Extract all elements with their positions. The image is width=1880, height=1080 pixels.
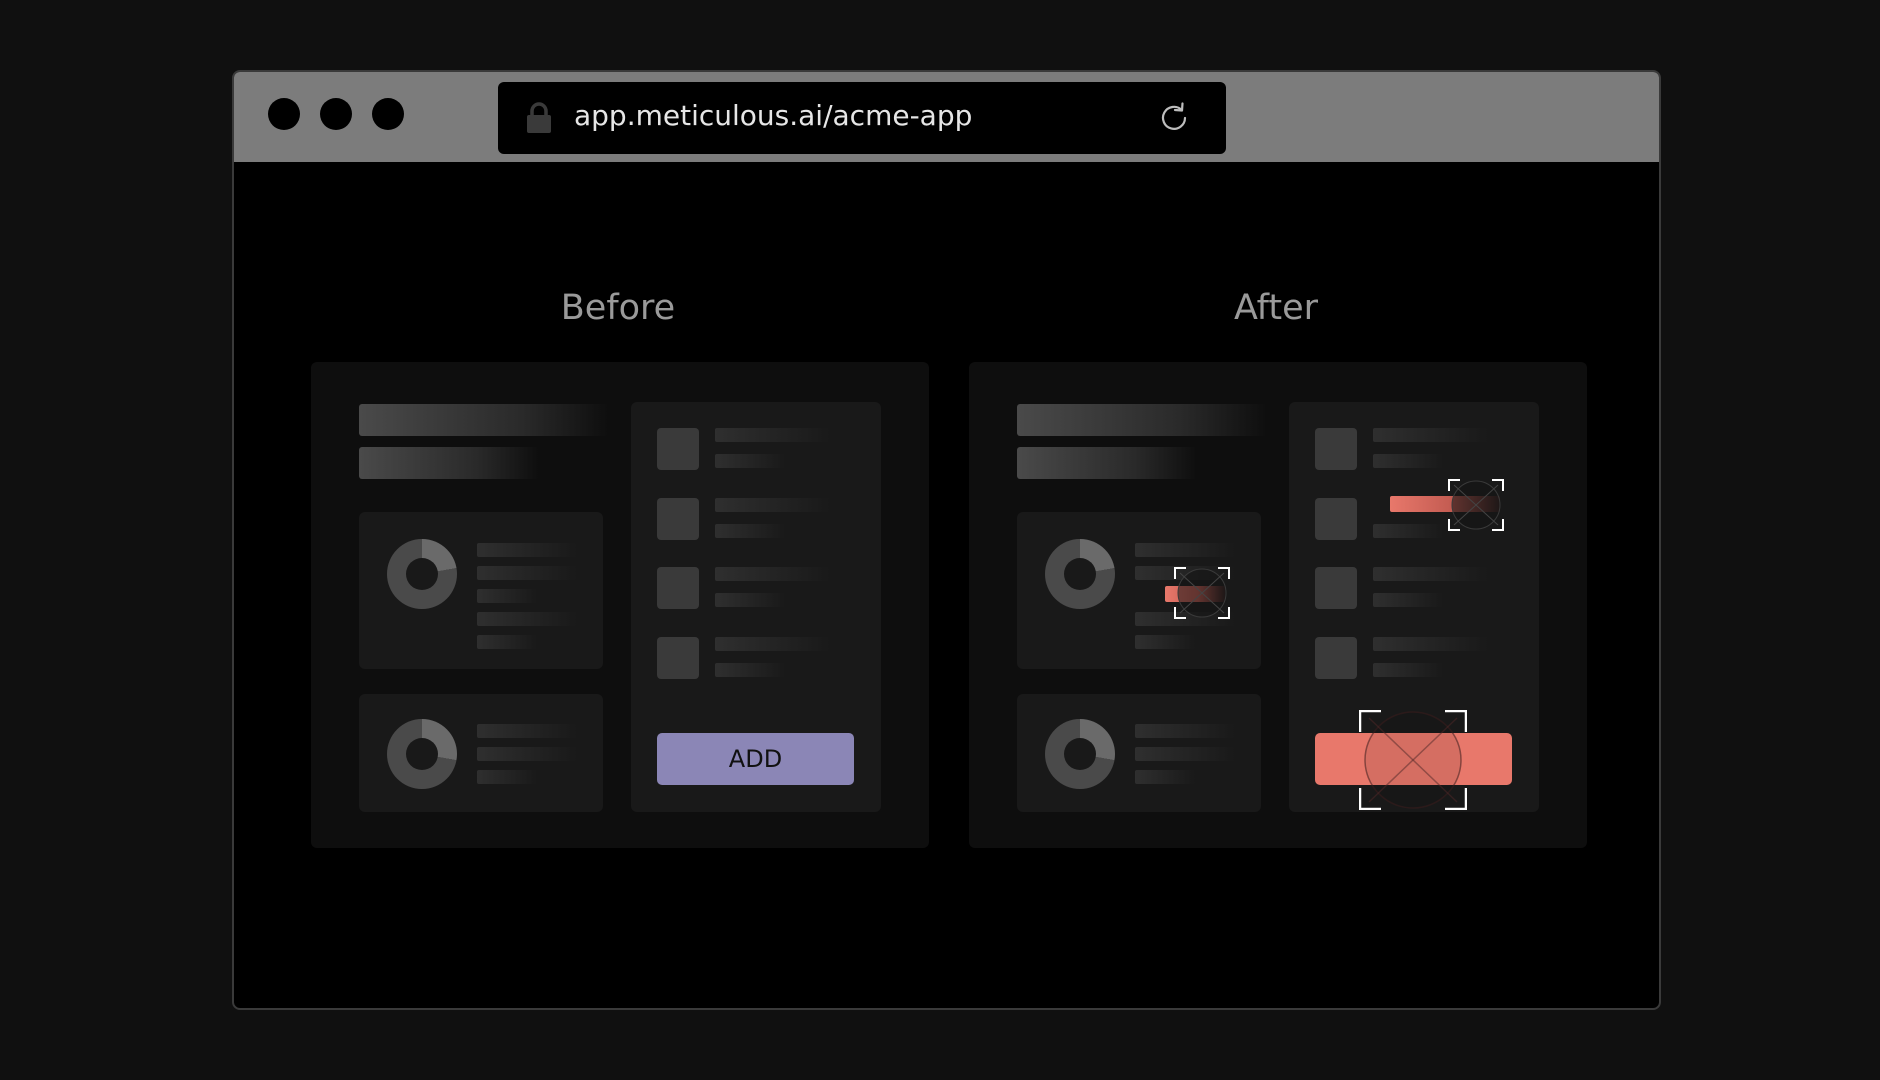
list-item-thumbnail xyxy=(657,498,699,540)
skeleton-line xyxy=(715,454,785,468)
skeleton-title-bar xyxy=(359,404,609,436)
skeleton-line xyxy=(1135,543,1235,557)
list-item-thumbnail xyxy=(1315,428,1357,470)
skeleton-line xyxy=(715,498,830,512)
after-heading: After xyxy=(1233,288,1319,328)
url-text[interactable]: app.meticulous.ai/acme-app xyxy=(574,98,972,134)
donut-card xyxy=(1017,694,1261,812)
list-item-thumbnail xyxy=(657,637,699,679)
skeleton-line xyxy=(1373,454,1443,468)
address-bar[interactable]: app.meticulous.ai/acme-app xyxy=(498,82,1226,154)
skeleton-line xyxy=(715,593,785,607)
list-item-thumbnail xyxy=(657,428,699,470)
donut-chart xyxy=(387,539,457,609)
skeleton-subtitle-bar xyxy=(359,447,539,479)
donut-chart xyxy=(1045,539,1115,609)
lock-icon xyxy=(524,102,554,134)
diff-marker-icon xyxy=(1174,567,1230,619)
add-button[interactable]: ADD xyxy=(657,733,854,785)
list-item-thumbnail xyxy=(1315,637,1357,679)
skeleton-line xyxy=(477,724,577,738)
skeleton-line xyxy=(477,612,577,626)
after-panel xyxy=(969,362,1587,848)
before-panel: ADD xyxy=(311,362,929,848)
before-heading: Before xyxy=(560,288,676,328)
skeleton-line xyxy=(715,663,785,677)
window-close-dot[interactable] xyxy=(268,98,300,130)
donut-chart xyxy=(1045,719,1115,789)
skeleton-line xyxy=(715,524,785,538)
skeleton-line xyxy=(1373,593,1443,607)
skeleton-line xyxy=(477,770,537,784)
list-item-thumbnail xyxy=(657,567,699,609)
skeleton-line xyxy=(1373,524,1443,538)
reload-icon[interactable] xyxy=(1156,100,1192,136)
skeleton-line xyxy=(1373,428,1488,442)
skeleton-line xyxy=(715,567,830,581)
browser-window: app.meticulous.ai/acme-app Before After xyxy=(232,70,1661,1010)
skeleton-line xyxy=(477,543,577,557)
skeleton-line xyxy=(1135,635,1195,649)
skeleton-line xyxy=(477,747,577,761)
skeleton-line xyxy=(1373,637,1488,651)
skeleton-line xyxy=(715,637,830,651)
list-card xyxy=(1289,402,1539,812)
skeleton-line xyxy=(1135,747,1235,761)
window-maximize-dot[interactable] xyxy=(372,98,404,130)
skeleton-title-bar xyxy=(1017,404,1267,436)
skeleton-line xyxy=(477,566,577,580)
list-item-thumbnail xyxy=(1315,567,1357,609)
skeleton-line xyxy=(1135,724,1235,738)
donut-card xyxy=(1017,512,1261,669)
skeleton-line xyxy=(477,589,537,603)
skeleton-line xyxy=(477,635,537,649)
skeleton-line xyxy=(1373,663,1443,677)
skeleton-line xyxy=(715,428,830,442)
donut-card xyxy=(359,694,603,812)
diff-marker-icon xyxy=(1359,710,1467,810)
skeleton-subtitle-bar xyxy=(1017,447,1197,479)
skeleton-line xyxy=(1135,770,1195,784)
browser-titlebar: app.meticulous.ai/acme-app xyxy=(234,72,1659,162)
skeleton-line xyxy=(1373,567,1488,581)
window-minimize-dot[interactable] xyxy=(320,98,352,130)
list-card: ADD xyxy=(631,402,881,812)
donut-chart xyxy=(387,719,457,789)
diff-marker-icon xyxy=(1448,479,1504,531)
donut-card xyxy=(359,512,603,669)
list-item-thumbnail xyxy=(1315,498,1357,540)
